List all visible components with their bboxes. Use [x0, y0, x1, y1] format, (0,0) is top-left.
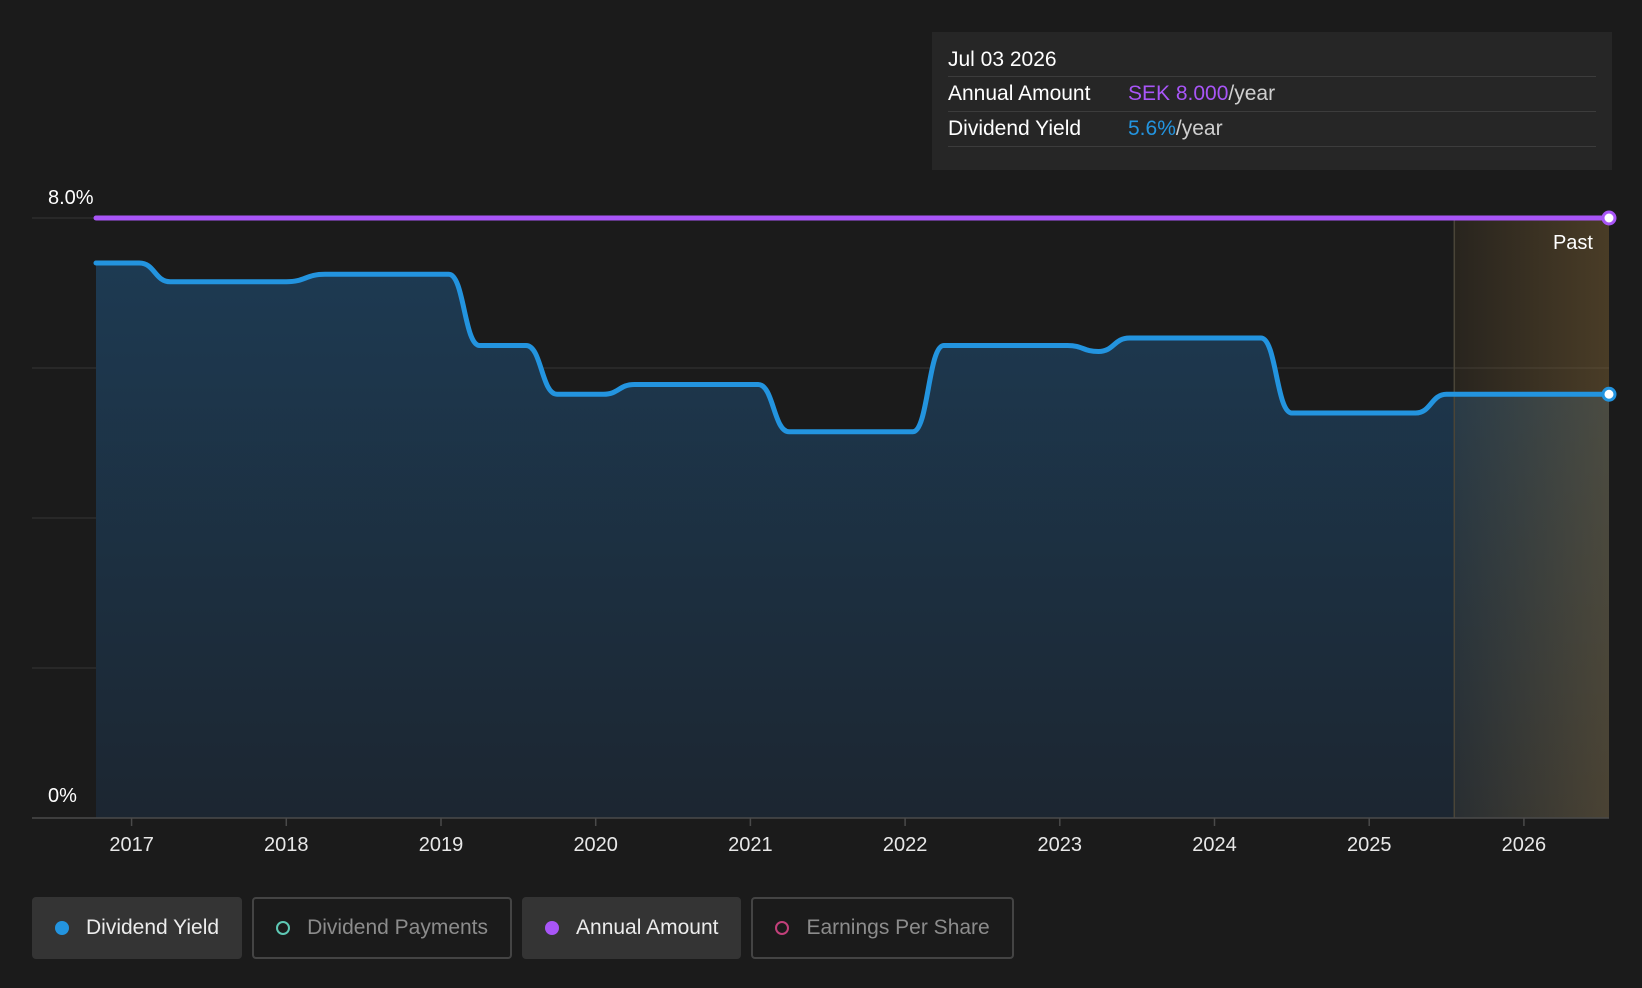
legend-earnings-per-share[interactable]: Earnings Per Share — [751, 897, 1014, 959]
legend-dividend-payments[interactable]: Dividend Payments — [252, 897, 513, 959]
area-layer — [96, 263, 1609, 818]
y-axis-bottom-label: 0% — [48, 785, 77, 807]
x-tick-label: 2023 — [1038, 834, 1083, 856]
x-tick-label: 2017 — [109, 834, 154, 856]
x-tick-label: 2021 — [728, 834, 773, 856]
tooltip-date: Jul 03 2026 — [948, 44, 1596, 77]
past-label: Past — [1553, 232, 1593, 254]
legend-label: Dividend Payments — [307, 916, 489, 939]
legend-label: Earnings Per Share — [806, 916, 990, 939]
x-tick-label: 2022 — [883, 834, 928, 856]
past-layer: Past — [1453, 218, 1609, 818]
legend-marker-icon — [55, 921, 69, 935]
tooltip-row-annual-amount: Annual Amount SEK 8.000 /year — [948, 77, 1596, 112]
tooltip-label: Dividend Yield — [948, 117, 1082, 140]
legend-annual-amount[interactable]: Annual Amount — [522, 897, 742, 959]
x-tick-label: 2024 — [1192, 834, 1237, 856]
dividend-yield-area — [96, 263, 1609, 818]
annual-amount-end-marker — [1601, 210, 1617, 226]
x-tick-label: 2019 — [419, 834, 464, 856]
tooltip-value: SEK 8.000 — [1128, 82, 1229, 105]
dividend-yield-end-marker — [1601, 386, 1617, 402]
legend-label: Dividend Yield — [86, 916, 220, 939]
x-tick-label: 2025 — [1347, 834, 1392, 856]
past-region — [1454, 218, 1609, 818]
legend-dividend-yield[interactable]: Dividend Yield — [32, 897, 243, 959]
tooltip-row-dividend-yield: Dividend Yield 5.6% /year — [948, 112, 1596, 147]
x-tick-label: 2020 — [573, 834, 618, 856]
tooltip-label: Annual Amount — [948, 82, 1091, 105]
tooltip-unit: /year — [1175, 117, 1223, 140]
legend: Dividend Yield Dividend Payments Annual … — [32, 897, 1014, 961]
legend-marker-icon — [545, 921, 560, 935]
tooltip-value: 5.6% — [1128, 117, 1176, 140]
legend-marker-icon — [276, 921, 291, 935]
legend-label: Annual Amount — [576, 916, 719, 939]
tooltip-unit: /year — [1228, 82, 1276, 105]
tooltip-panel: Jul 03 2026 Annual Amount SEK 8.000 /yea… — [932, 32, 1612, 170]
x-tick-label: 2018 — [264, 834, 309, 856]
y-axis-top-label: 8.0% — [48, 187, 94, 209]
x-tick-label: 2026 — [1502, 834, 1547, 856]
legend-marker-icon — [775, 921, 790, 935]
